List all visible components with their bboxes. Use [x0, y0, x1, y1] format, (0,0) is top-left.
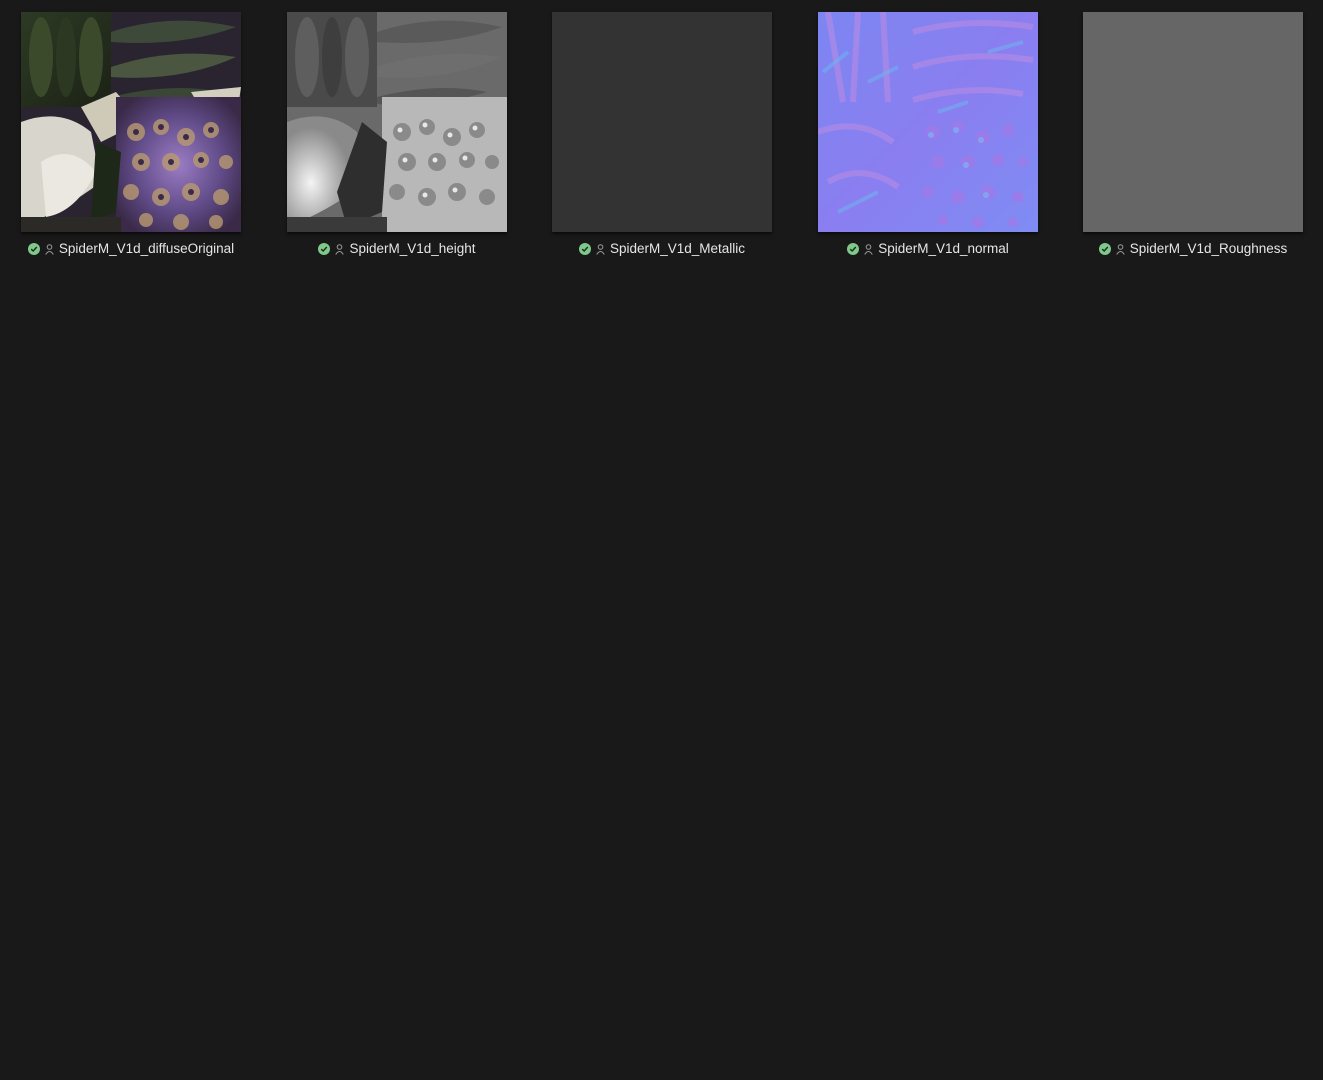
user-icon [596, 243, 605, 255]
user-icon [1115, 243, 1125, 255]
file-thumbnail-grid: SpiderM_V1d_diffuseOriginal SpiderM_V1d_… [0, 0, 1323, 300]
check-circle-icon [578, 243, 591, 255]
user-icon [864, 243, 873, 255]
file-label-row: SpiderM_V1d_diffuseOriginal [0, 240, 281, 258]
check-circle-icon [27, 243, 40, 255]
file-tile-normal[interactable]: SpiderM_V1d_normal [818, 12, 1038, 256]
file-name: SpiderM_V1d_Roughness [1129, 241, 1288, 256]
check-circle-icon [318, 243, 331, 255]
thumbnail-normal[interactable] [818, 12, 1038, 232]
file-name: SpiderM_V1d_height [349, 241, 476, 256]
thumbnail-roughness[interactable] [1083, 12, 1303, 232]
file-tile-roughness[interactable]: SpiderM_V1d_Roughness [1083, 12, 1303, 256]
file-tile-metallic[interactable]: SpiderM_V1d_Metallic [552, 12, 772, 256]
file-tile-height[interactable]: SpiderM_V1d_height [287, 12, 507, 256]
file-label-row: SpiderM_V1d_normal [778, 240, 1078, 258]
check-circle-icon [1098, 243, 1111, 255]
file-label-row: SpiderM_V1d_Roughness [1043, 240, 1323, 258]
file-label-row: SpiderM_V1d_height [247, 240, 547, 258]
file-label-row: SpiderM_V1d_Metallic [512, 240, 812, 258]
file-name: SpiderM_V1d_Metallic [609, 241, 746, 256]
thumbnail-height[interactable] [287, 12, 507, 232]
file-tile-diffuse[interactable]: SpiderM_V1d_diffuseOriginal [21, 12, 241, 256]
thumbnail-diffuse[interactable] [21, 12, 241, 232]
file-name: SpiderM_V1d_diffuseOriginal [58, 241, 235, 256]
user-icon [335, 243, 345, 255]
check-circle-icon [847, 243, 860, 255]
user-icon [45, 243, 54, 255]
thumbnail-metallic[interactable] [552, 12, 772, 232]
file-name: SpiderM_V1d_normal [878, 241, 1009, 256]
